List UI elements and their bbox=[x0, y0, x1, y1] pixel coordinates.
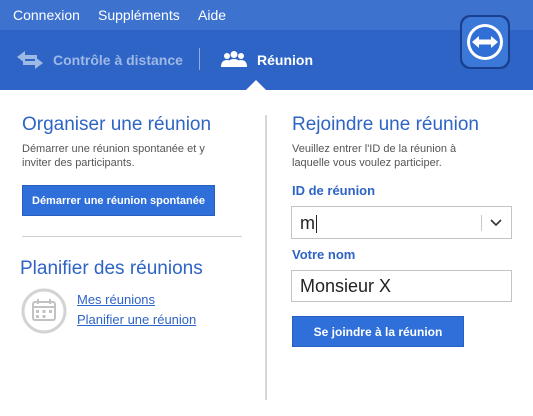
your-name-input[interactable]: Monsieur X bbox=[291, 270, 512, 302]
nav-separator bbox=[199, 48, 200, 70]
your-name-label: Votre nom bbox=[292, 247, 356, 262]
join-meeting-description: Veuillez entrer l'ID de la réunion à laq… bbox=[292, 142, 512, 170]
organize-meeting-description: Démarrer une réunion spontanée et y invi… bbox=[22, 142, 252, 170]
text-cursor bbox=[316, 215, 317, 233]
menu-bar: Connexion Suppléments Aide bbox=[0, 0, 533, 30]
join-meeting-title: Rejoindre une réunion bbox=[292, 114, 479, 135]
active-tab-caret bbox=[246, 80, 266, 90]
plan-meeting-link[interactable]: Planifier une réunion bbox=[77, 312, 196, 327]
plan-meetings-title: Planifier des réunions bbox=[20, 258, 203, 279]
my-meetings-link[interactable]: Mes réunions bbox=[77, 292, 155, 307]
organize-description-line2: inviter des participants. bbox=[22, 157, 135, 169]
people-icon bbox=[221, 51, 247, 67]
menu-aide[interactable]: Aide bbox=[198, 7, 226, 23]
meeting-id-value: m bbox=[300, 213, 315, 233]
teamviewer-logo-icon bbox=[460, 15, 510, 69]
join-description-line2: laquelle vous voulez participer. bbox=[292, 157, 442, 169]
start-instant-meeting-button[interactable]: Démarrer une réunion spontanée bbox=[22, 185, 215, 216]
pane-divider bbox=[265, 115, 267, 400]
organize-description-line1: Démarrer une réunion spontanée et y bbox=[22, 143, 205, 155]
meeting-id-label: ID de réunion bbox=[292, 183, 376, 198]
join-meeting-button[interactable]: Se joindre à la réunion bbox=[292, 316, 464, 347]
tab-remote-control[interactable]: Contrôle à distance bbox=[15, 30, 183, 90]
chevron-down-icon[interactable] bbox=[490, 219, 502, 227]
calendar-icon bbox=[21, 288, 67, 334]
menu-supplements[interactable]: Suppléments bbox=[98, 7, 180, 23]
meeting-id-combobox[interactable]: m bbox=[291, 206, 512, 239]
tab-meeting[interactable]: Réunion bbox=[219, 30, 313, 90]
menu-connexion[interactable]: Connexion bbox=[13, 7, 80, 23]
tab-meeting-label: Réunion bbox=[257, 52, 313, 68]
swap-arrows-icon bbox=[17, 51, 43, 69]
your-name-value: Monsieur X bbox=[300, 276, 392, 296]
join-description-line1: Veuillez entrer l'ID de la réunion à bbox=[292, 143, 457, 155]
tab-remote-control-label: Contrôle à distance bbox=[53, 52, 183, 68]
dropdown-separator bbox=[481, 215, 482, 231]
organize-meeting-title: Organiser une réunion bbox=[22, 114, 212, 135]
left-section-divider bbox=[22, 236, 242, 237]
mode-nav-bar: Contrôle à distance Réunion bbox=[0, 30, 533, 90]
